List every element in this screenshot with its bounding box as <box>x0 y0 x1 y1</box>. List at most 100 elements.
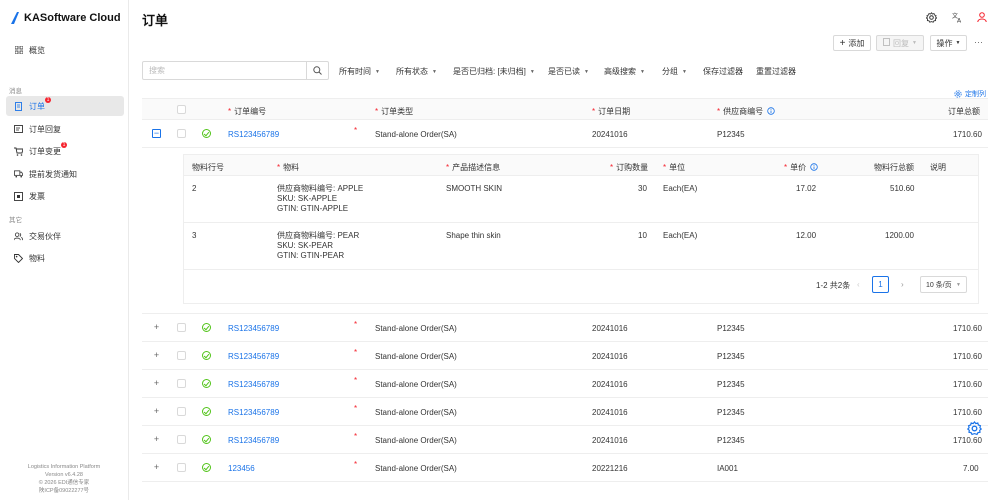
row-checkbox[interactable] <box>177 129 186 138</box>
item-info: 供应商物料编号: PEAR SKU: SK-PEAR GTIN: GTIN-PEAR <box>277 231 360 260</box>
filter-time[interactable]: 所有时间 ▼ <box>339 66 380 77</box>
sidebar-item-asn[interactable]: 提前发货通知 <box>6 164 124 184</box>
sidebar-item-order-change[interactable]: 订单变更 1 <box>6 141 124 161</box>
page-size-select[interactable]: 10 条/页 ▼ <box>920 276 967 293</box>
reply-button[interactable]: 回复 ▼ <box>876 35 924 51</box>
column-header-order-date[interactable]: * 订单日期 <box>592 106 630 117</box>
reset-filter-button[interactable]: 重置过滤器 <box>756 66 796 77</box>
info-icon <box>810 163 819 171</box>
order-total: 1710.60 <box>953 408 982 417</box>
expand-icon[interactable]: + <box>152 351 161 360</box>
required-marker: * <box>354 376 358 385</box>
supplier-id: P12345 <box>717 436 745 445</box>
order-total: 1710.60 <box>953 352 982 361</box>
next-page-icon[interactable]: › <box>901 280 904 289</box>
order-id-link[interactable]: RS123456789 <box>228 130 279 139</box>
column-header-order-id[interactable]: * 订单编号 <box>228 106 266 117</box>
column-header-quantity: * 订购数量 <box>610 163 649 172</box>
page-number[interactable]: 1 <box>872 276 889 293</box>
order-type: Stand-alone Order(SA) <box>375 436 457 445</box>
table-row[interactable]: + RS123456789 * Stand-alone Order(SA) 20… <box>142 426 988 454</box>
column-header-item: * 物料 <box>277 163 300 172</box>
table-row[interactable]: − RS123456789 * Stand-alone Order(SA) 20… <box>142 120 988 148</box>
sidebar-item-invoice[interactable]: 发票 <box>6 186 124 206</box>
sidebar-item-partners[interactable]: 交易伙伴 <box>6 226 124 246</box>
floating-settings-icon[interactable] <box>966 421 983 436</box>
table-row[interactable]: + RS123456789 * Stand-alone Order(SA) 20… <box>142 398 988 426</box>
notification-badge: 1 <box>45 96 51 103</box>
filter-status[interactable]: 所有状态 ▼ <box>396 66 437 77</box>
table-header: * 订单编号 * 订单类型 * 订单日期 * 供应商编号 订单总额 <box>142 98 988 120</box>
unit: Each(EA) <box>663 231 698 240</box>
add-button[interactable]: + 添加 <box>833 35 871 51</box>
actions-button[interactable]: 操作 ▼ <box>930 35 967 51</box>
select-all-checkbox[interactable] <box>177 105 186 114</box>
order-id-link[interactable]: RS123456789 <box>228 324 279 333</box>
sidebar-footer: Logistics Information Platform Version v… <box>0 463 128 495</box>
order-id-link[interactable]: RS123456789 <box>228 352 279 361</box>
table-row[interactable]: + 123456 * Stand-alone Order(SA) 2022121… <box>142 454 988 482</box>
line-amount: 510.60 <box>890 184 915 193</box>
status-check-icon <box>202 435 211 444</box>
search-button[interactable] <box>306 62 328 79</box>
save-filter-button[interactable]: 保存过滤器 <box>703 66 743 77</box>
filter-archived[interactable]: 是否已归档: [未归档] ▼ <box>453 66 535 77</box>
column-header-order-type[interactable]: * 订单类型 <box>375 106 413 117</box>
more-icon[interactable]: ··· <box>974 37 983 47</box>
supplier-id: P12345 <box>717 408 745 417</box>
row-checkbox[interactable] <box>177 379 186 388</box>
sidebar-item-orders[interactable]: 订单 1 <box>6 96 124 116</box>
row-checkbox[interactable] <box>177 351 186 360</box>
settings-icon[interactable] <box>925 11 937 23</box>
sidebar-item-overview[interactable]: 概览 <box>6 40 124 60</box>
order-id-link[interactable]: RS123456789 <box>228 436 279 445</box>
filter-read[interactable]: 是否已读 ▼ <box>548 66 589 77</box>
sidebar: KASoftware Cloud 概览 消息 订单 1 订单回复 订单变更 1 提前… <box>0 0 129 500</box>
prev-page-icon[interactable]: ‹ <box>857 280 860 289</box>
expand-icon[interactable]: + <box>152 463 161 472</box>
description: Shape thin skin <box>446 231 501 240</box>
order-id-link[interactable]: 123456 <box>228 464 255 473</box>
brand[interactable]: KASoftware Cloud <box>11 12 121 24</box>
table-row[interactable]: + RS123456789 * Stand-alone Order(SA) 20… <box>142 342 988 370</box>
row-checkbox[interactable] <box>177 407 186 416</box>
required-marker: * <box>354 460 358 469</box>
search-input[interactable] <box>143 62 306 79</box>
table-row[interactable]: + RS123456789 * Stand-alone Order(SA) 20… <box>142 314 988 342</box>
expand-icon[interactable]: + <box>152 407 161 416</box>
supplier-id: P12345 <box>717 324 745 333</box>
sidebar-item-materials[interactable]: 物料 <box>6 248 124 268</box>
supplier-id: P12345 <box>717 352 745 361</box>
filter-group[interactable]: 分组 ▼ <box>662 66 687 77</box>
cart-icon <box>14 147 23 156</box>
filter-advanced-search[interactable]: 高级搜索 ▼ <box>604 66 645 77</box>
order-total: 1710.60 <box>953 130 982 139</box>
section-label-messages: 消息 <box>9 88 22 95</box>
column-header-supplier-id[interactable]: * 供应商编号 <box>717 106 776 117</box>
row-checkbox[interactable] <box>177 435 186 444</box>
table-row[interactable]: + RS123456789 * Stand-alone Order(SA) 20… <box>142 370 988 398</box>
sidebar-item-label: 提前发货通知 <box>29 169 77 179</box>
chevron-down-icon: ▼ <box>432 68 437 75</box>
description: SMOOTH SKIN <box>446 184 503 193</box>
order-id-link[interactable]: RS123456789 <box>228 380 279 389</box>
document-icon <box>14 101 23 111</box>
row-checkbox[interactable] <box>177 323 186 332</box>
gear-icon <box>954 90 962 98</box>
column-header-order-total[interactable]: 订单总额 <box>948 106 980 117</box>
language-icon[interactable]: 文A <box>951 11 963 23</box>
expand-icon[interactable]: + <box>152 379 161 388</box>
order-id-link[interactable]: RS123456789 <box>228 408 279 417</box>
order-total: 1710.60 <box>953 380 982 389</box>
svg-text:A: A <box>957 17 962 23</box>
user-icon[interactable] <box>976 11 988 23</box>
search-box <box>142 61 329 80</box>
footer-copyright: © 2026 EDI通信专家 <box>38 480 90 486</box>
expand-icon[interactable]: + <box>152 435 161 444</box>
expand-icon[interactable]: + <box>152 323 161 332</box>
collapse-icon[interactable]: − <box>152 129 161 138</box>
sidebar-item-label: 发票 <box>29 191 45 201</box>
row-checkbox[interactable] <box>177 463 186 472</box>
sidebar-item-order-reply[interactable]: 订单回复 <box>6 119 124 139</box>
supplier-id: IA001 <box>717 464 738 473</box>
